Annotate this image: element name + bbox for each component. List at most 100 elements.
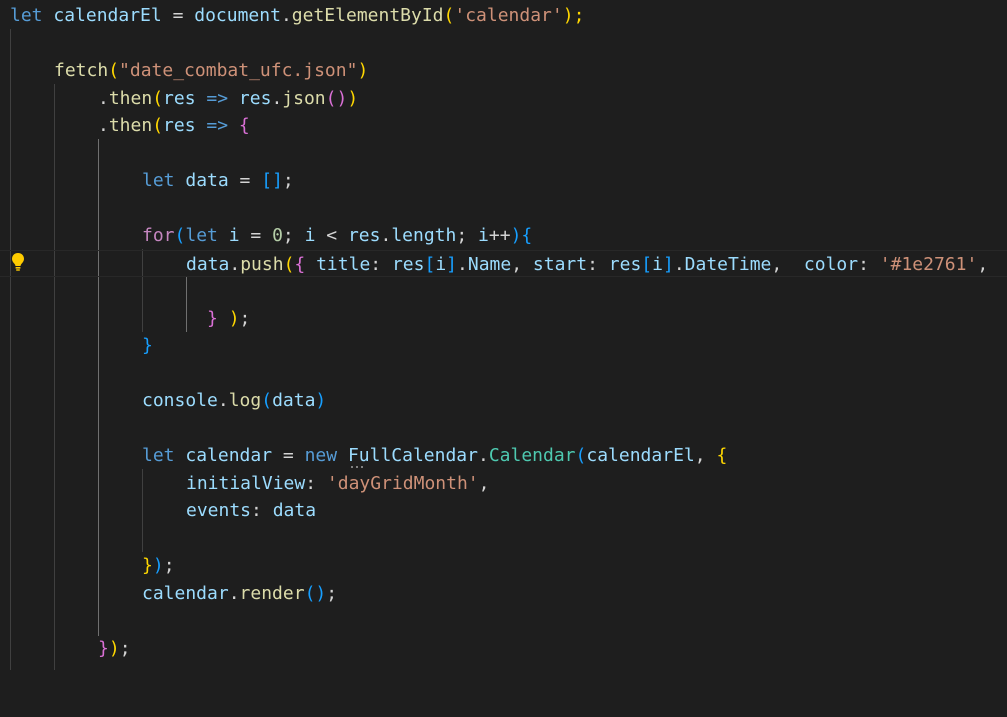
token: length bbox=[391, 225, 457, 246]
token: : bbox=[251, 500, 273, 521]
token: : bbox=[305, 472, 327, 494]
code-line-13[interactable]: } bbox=[0, 332, 1007, 360]
token: : bbox=[858, 253, 880, 275]
token: DateTime bbox=[684, 253, 772, 275]
token: ) bbox=[228, 307, 240, 329]
token: = bbox=[272, 445, 305, 466]
token: = bbox=[161, 5, 195, 26]
token: res bbox=[163, 115, 196, 136]
code-line-22[interactable]: calendar.render(); bbox=[0, 580, 1007, 608]
token: i bbox=[304, 225, 316, 246]
code-line-21[interactable]: }); bbox=[0, 552, 1007, 580]
token: data bbox=[185, 170, 229, 191]
code-line-24[interactable]: }); bbox=[0, 635, 1007, 663]
code-line-19[interactable]: events: data bbox=[0, 497, 1007, 525]
token: . bbox=[228, 582, 240, 604]
token: getElementById bbox=[291, 5, 444, 26]
token: ++ bbox=[488, 225, 511, 246]
code-line-12[interactable]: } ); bbox=[0, 305, 1007, 333]
token: ( bbox=[152, 87, 164, 109]
token: i bbox=[652, 253, 663, 275]
token: , bbox=[694, 445, 717, 466]
code-line-18[interactable]: initialView: 'dayGridMonth', bbox=[0, 470, 1007, 498]
token: ] bbox=[446, 253, 458, 275]
code-line-17[interactable]: let calendar = new FullCalendar.Calendar… bbox=[0, 442, 1007, 470]
token: ; bbox=[282, 225, 305, 246]
token: => bbox=[195, 115, 239, 136]
token: for bbox=[142, 225, 175, 246]
token: res bbox=[391, 253, 425, 275]
lightbulb-icon bbox=[12, 253, 24, 271]
token: console bbox=[142, 390, 218, 411]
hint-squiggle bbox=[351, 466, 363, 468]
code-line-4[interactable]: .then(res => res.json()) bbox=[0, 85, 1007, 113]
token: ) bbox=[108, 637, 120, 659]
code-line-7[interactable]: let data = []; bbox=[0, 167, 1007, 195]
token: Name bbox=[467, 253, 512, 275]
token: } bbox=[207, 307, 218, 329]
token: res bbox=[608, 253, 642, 275]
token: . bbox=[271, 87, 283, 109]
token: '#1e2761' bbox=[879, 253, 978, 275]
token: . bbox=[98, 87, 109, 109]
code-line-5[interactable]: .then(res => { bbox=[0, 112, 1007, 140]
token: ( bbox=[283, 253, 295, 275]
token: { bbox=[521, 225, 533, 246]
token: = bbox=[228, 170, 262, 191]
token: { bbox=[716, 445, 728, 466]
token: { bbox=[238, 115, 250, 136]
code-line-15[interactable]: console.log(data) bbox=[0, 387, 1007, 415]
token: document bbox=[194, 5, 281, 26]
token: () bbox=[325, 87, 348, 109]
token: ] bbox=[662, 253, 674, 275]
token: { bbox=[294, 253, 306, 275]
token: . bbox=[229, 253, 241, 275]
token: let bbox=[142, 170, 175, 191]
token: i bbox=[478, 225, 489, 246]
token: ( bbox=[174, 225, 186, 246]
token: calendarEl bbox=[586, 445, 695, 466]
token: let bbox=[185, 225, 218, 246]
token: render bbox=[239, 582, 305, 604]
token: data bbox=[272, 390, 316, 411]
token: , bbox=[478, 472, 490, 494]
lightbulb-icon[interactable] bbox=[11, 252, 25, 272]
token: () bbox=[304, 582, 327, 604]
token: ( bbox=[108, 60, 120, 81]
token: = bbox=[239, 225, 273, 246]
token: res bbox=[238, 87, 272, 109]
token: [ bbox=[424, 253, 436, 275]
token: new bbox=[304, 445, 338, 466]
token: ( bbox=[152, 115, 164, 136]
token: data bbox=[186, 253, 230, 275]
token: start bbox=[532, 253, 588, 275]
token: ; bbox=[163, 555, 175, 576]
token: : bbox=[370, 253, 392, 275]
token: } bbox=[98, 637, 109, 659]
token: then bbox=[108, 87, 153, 109]
code-editor[interactable]: let calendarEl = document. getElementById… bbox=[0, 0, 1007, 670]
token: ; bbox=[119, 637, 131, 659]
code-line-9[interactable]: for(let i = 0; i < res.length; i++){ bbox=[0, 222, 1007, 250]
token: } bbox=[142, 335, 153, 356]
code-line-10[interactable]: data.push({ title: res[i].Name, start: r… bbox=[0, 249, 1007, 277]
token: ) bbox=[347, 87, 359, 109]
token: push bbox=[240, 253, 284, 275]
token: log bbox=[228, 390, 262, 411]
token: res bbox=[347, 225, 381, 246]
code-line-1[interactable]: let calendarEl = document.getElementById… bbox=[0, 2, 1007, 30]
token: i bbox=[228, 225, 240, 246]
code-line-3[interactable]: fetch("date_combat_ufc.json") bbox=[0, 57, 1007, 85]
token: data bbox=[272, 500, 317, 521]
token: 'dayGridMonth' bbox=[326, 472, 479, 494]
token: FullCalendar bbox=[347, 445, 478, 466]
token: then bbox=[108, 115, 153, 136]
token: json bbox=[282, 87, 326, 109]
token: let bbox=[10, 5, 43, 26]
token: calendar bbox=[185, 445, 273, 466]
token: calendarEl bbox=[53, 5, 162, 26]
